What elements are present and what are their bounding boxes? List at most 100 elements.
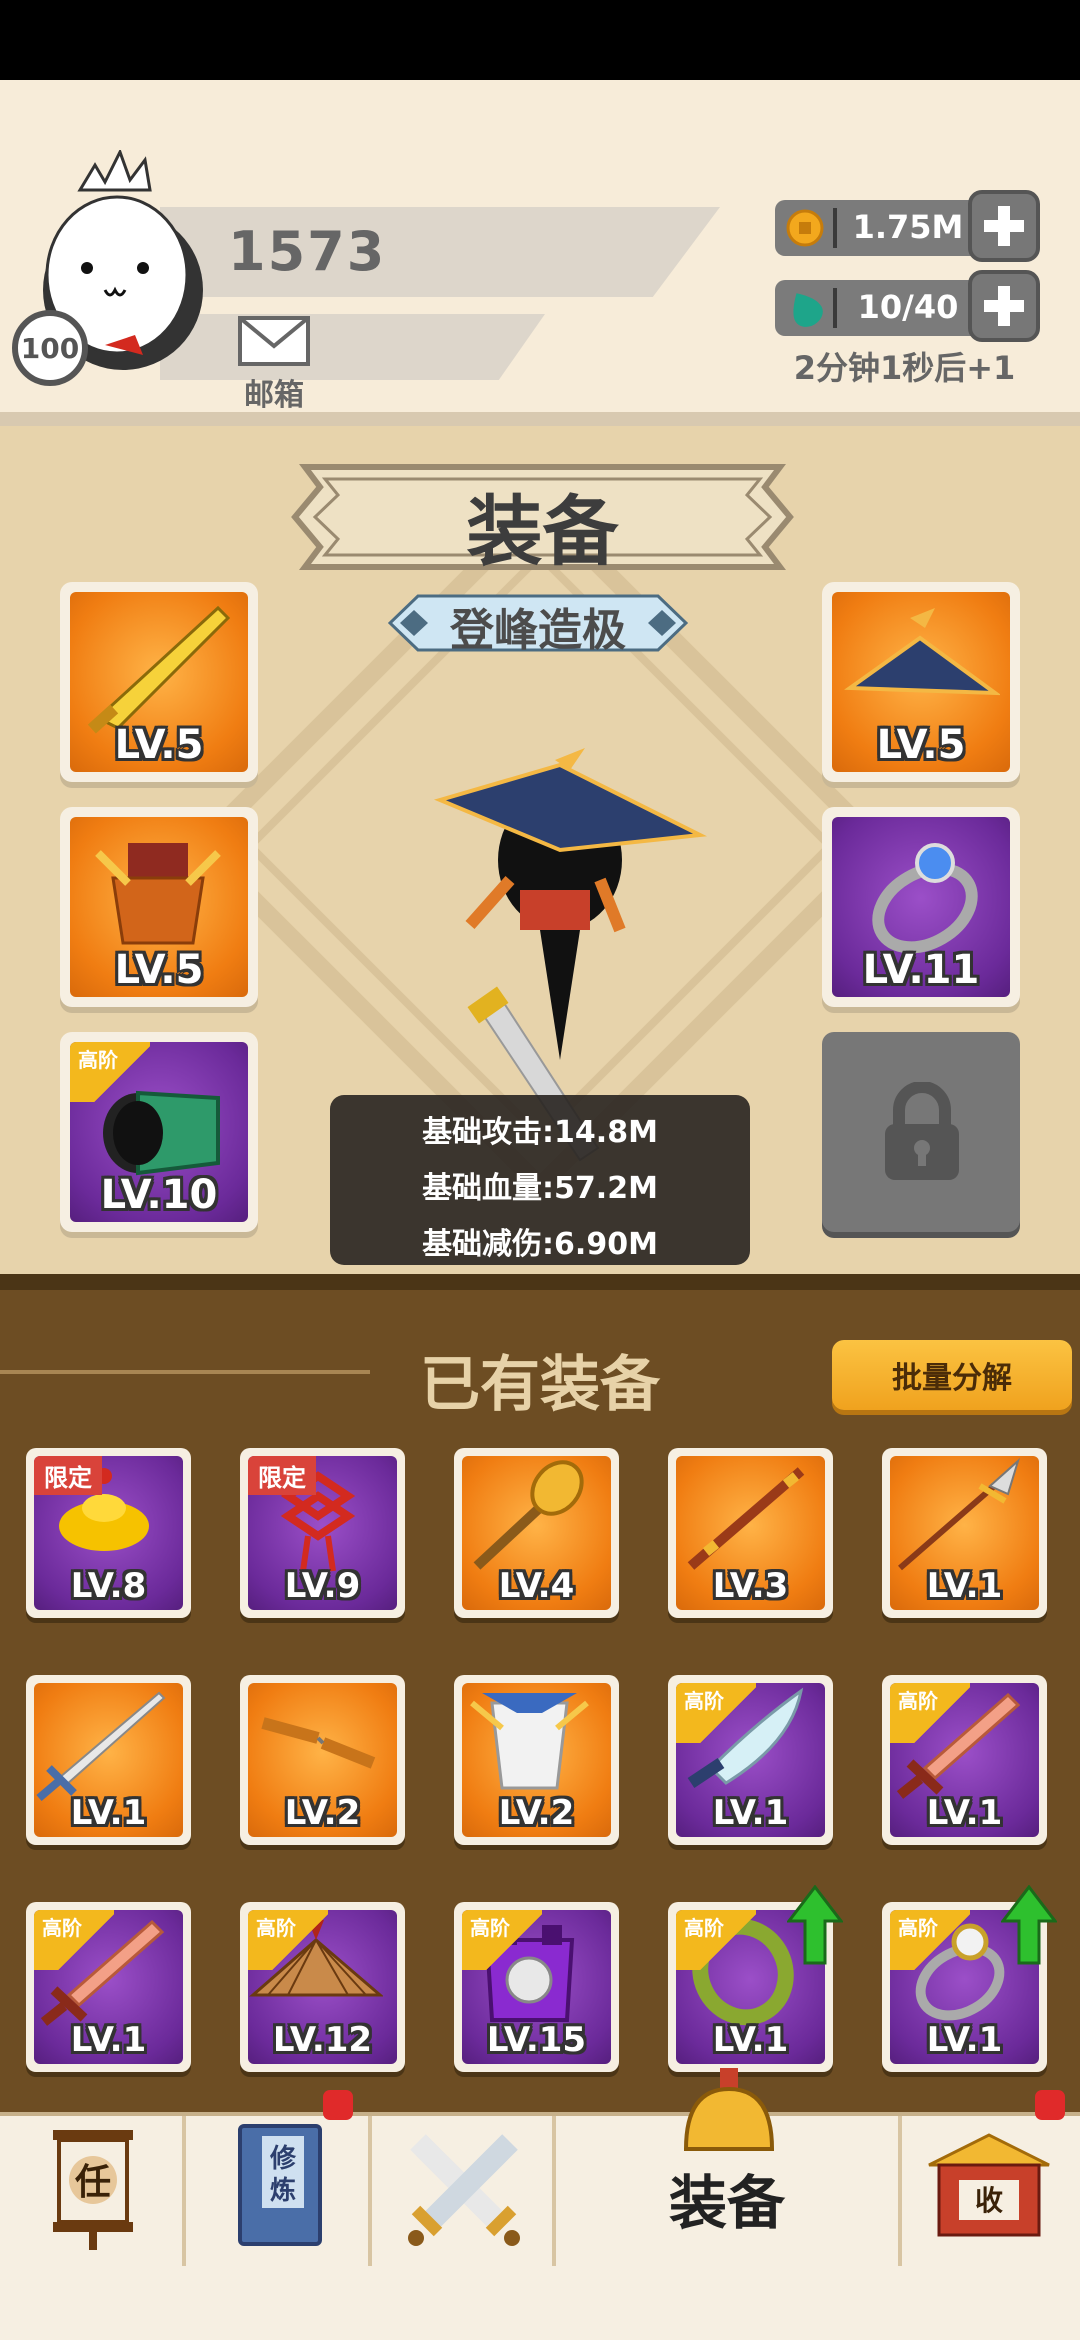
limited-tag: 限定 <box>34 1456 102 1495</box>
nunchaku-icon <box>261 1717 376 1769</box>
item-level: LV.1 <box>70 2020 147 2060</box>
item-background: 高阶 LV.1 <box>890 1683 1039 1837</box>
coin-counter: 1.75M <box>775 200 980 256</box>
high-tier-tag: 高阶 <box>890 1910 970 1970</box>
nav-equipment[interactable]: 装备 <box>556 2068 902 2266</box>
inventory-item[interactable]: 高阶 LV.1 <box>668 1675 833 1845</box>
item-level: LV.1 <box>926 1793 1003 1833</box>
item-level: LV.1 <box>70 1793 147 1833</box>
owned-equipment-title: 已有装备 <box>420 1350 660 1420</box>
nav-collection[interactable]: 收 <box>902 2116 1080 2266</box>
slot-background: LV.5 <box>832 592 1010 772</box>
staff-icon <box>687 1467 805 1570</box>
item-level: LV.15 <box>486 2020 587 2060</box>
inventory-item[interactable]: 限定 LV.9 <box>240 1448 405 1618</box>
slot-level: LV.5 <box>114 722 204 768</box>
item-background: LV.1 <box>34 1683 183 1837</box>
item-background: 高阶 LV.1 <box>676 1683 825 1837</box>
item-level: LV.4 <box>498 1566 575 1606</box>
high-tier-tag: 高阶 <box>34 1910 114 1970</box>
add-energy-button[interactable] <box>968 270 1040 342</box>
helmet-icon <box>683 2068 775 2151</box>
item-background: LV.2 <box>462 1683 611 1837</box>
inventory-item[interactable]: 限定 LV.8 <box>26 1448 191 1618</box>
upgrade-arrow-icon <box>1001 1885 1057 1965</box>
coin-value: 1.75M <box>852 208 964 246</box>
item-level: LV.1 <box>926 1566 1003 1606</box>
slot-level: LV.5 <box>114 947 204 993</box>
nav-tasks[interactable]: 任 <box>0 2116 186 2266</box>
pavilion-icon: 收 <box>928 2133 1050 2237</box>
item-level: LV.2 <box>284 1793 361 1833</box>
energy-divider <box>833 288 837 328</box>
item-level: LV.12 <box>272 2020 373 2060</box>
energy-drop-icon <box>793 293 823 327</box>
inventory-item[interactable]: 高阶 LV.1 <box>882 1675 1047 1845</box>
equipped-armor-slot[interactable]: LV.5 <box>60 807 258 1007</box>
inventory-item[interactable]: 高阶 LV.1 <box>26 1902 191 2072</box>
item-background: 高阶 LV.12 <box>248 1910 397 2064</box>
energy-value: 10/40 <box>857 288 959 326</box>
item-background: 限定 LV.9 <box>248 1456 397 1610</box>
equipped-bracer-slot[interactable]: 高阶 LV.10 <box>60 1032 258 1232</box>
spear-icon <box>898 1457 1020 1571</box>
golden-saber-icon <box>87 605 231 734</box>
inventory-item[interactable]: LV.4 <box>454 1448 619 1618</box>
nav-equipment-label: 装备 <box>668 2169 785 2237</box>
lock-icon <box>885 1082 959 1180</box>
coin-divider <box>833 208 837 248</box>
mailbox-label: 邮箱 <box>244 378 304 413</box>
equipped-ring-slot[interactable]: LV.11 <box>822 807 1020 1007</box>
training-badge <box>323 2090 353 2120</box>
item-background: LV.4 <box>462 1456 611 1610</box>
energy-timer: 2分钟1秒后+1 <box>793 349 1016 387</box>
item-background: LV.1 <box>890 1456 1039 1610</box>
stat-attack: 基础攻击:14.8M <box>422 1115 658 1150</box>
inventory-item[interactable]: 高阶 LV.15 <box>454 1902 619 2072</box>
armor-icon <box>95 843 221 945</box>
tasks-char: 任 <box>75 2162 111 2203</box>
title-line <box>0 1370 370 1374</box>
slot-background: LV.5 <box>70 817 248 997</box>
batch-decompose-button[interactable]: 批量分解 <box>832 1340 1072 1410</box>
high-tier-tag: 高阶 <box>890 1683 970 1743</box>
plus-icon <box>984 286 1024 326</box>
sword-icon <box>36 1691 166 1802</box>
add-coins-button[interactable] <box>968 190 1040 262</box>
stats-panel: 基础攻击:14.8M 基础血量:57.2M 基础减伤:6.90M <box>330 1095 750 1265</box>
envelope-icon <box>238 316 310 366</box>
rank-label: 登峰造极 <box>450 605 626 656</box>
nav-training[interactable]: 修 炼 <box>186 2116 372 2266</box>
nav-battle[interactable] <box>372 2116 556 2266</box>
inventory-item[interactable]: LV.1 <box>26 1675 191 1845</box>
bracer-icon <box>103 1090 220 1176</box>
inventory-item[interactable]: 高阶 LV.12 <box>240 1902 405 2072</box>
collection-badge <box>1035 2090 1065 2120</box>
mailbox-button[interactable]: 邮箱 <box>236 316 312 413</box>
locked-slot[interactable] <box>822 1032 1020 1232</box>
equipped-weapon-slot[interactable]: LV.5 <box>60 582 258 782</box>
high-tier-tag: 高阶 <box>676 1683 756 1743</box>
inventory-item[interactable]: LV.3 <box>668 1448 833 1618</box>
slot-background: 高阶 LV.10 <box>70 1042 248 1222</box>
inventory-item[interactable]: LV.2 <box>454 1675 619 1845</box>
equipped-hat-slot[interactable]: LV.5 <box>822 582 1020 782</box>
limited-tag: 限定 <box>248 1456 316 1495</box>
training-char-2: 炼 <box>270 2176 296 2206</box>
straw-hat-icon <box>844 608 1000 696</box>
mace-icon <box>473 1460 584 1570</box>
status-bar <box>0 0 1080 80</box>
robe-icon <box>470 1693 589 1790</box>
inventory-item[interactable]: LV.2 <box>240 1675 405 1845</box>
crossed-swords-icon <box>408 2134 520 2246</box>
inventory-item[interactable]: LV.1 <box>882 1448 1047 1618</box>
item-background: 高阶 LV.1 <box>34 1910 183 2064</box>
stat-hp: 基础血量:57.2M <box>422 1171 658 1206</box>
shop-char: 收 <box>975 2184 1003 2217</box>
high-tier-tag: 高阶 <box>676 1910 756 1970</box>
player-score: 1573 <box>228 220 387 283</box>
slot-level: LV.10 <box>100 1172 218 1218</box>
training-book-icon: 修 炼 <box>238 2124 322 2246</box>
high-tier-tag: 高阶 <box>248 1910 328 1970</box>
plus-icon <box>984 206 1024 246</box>
